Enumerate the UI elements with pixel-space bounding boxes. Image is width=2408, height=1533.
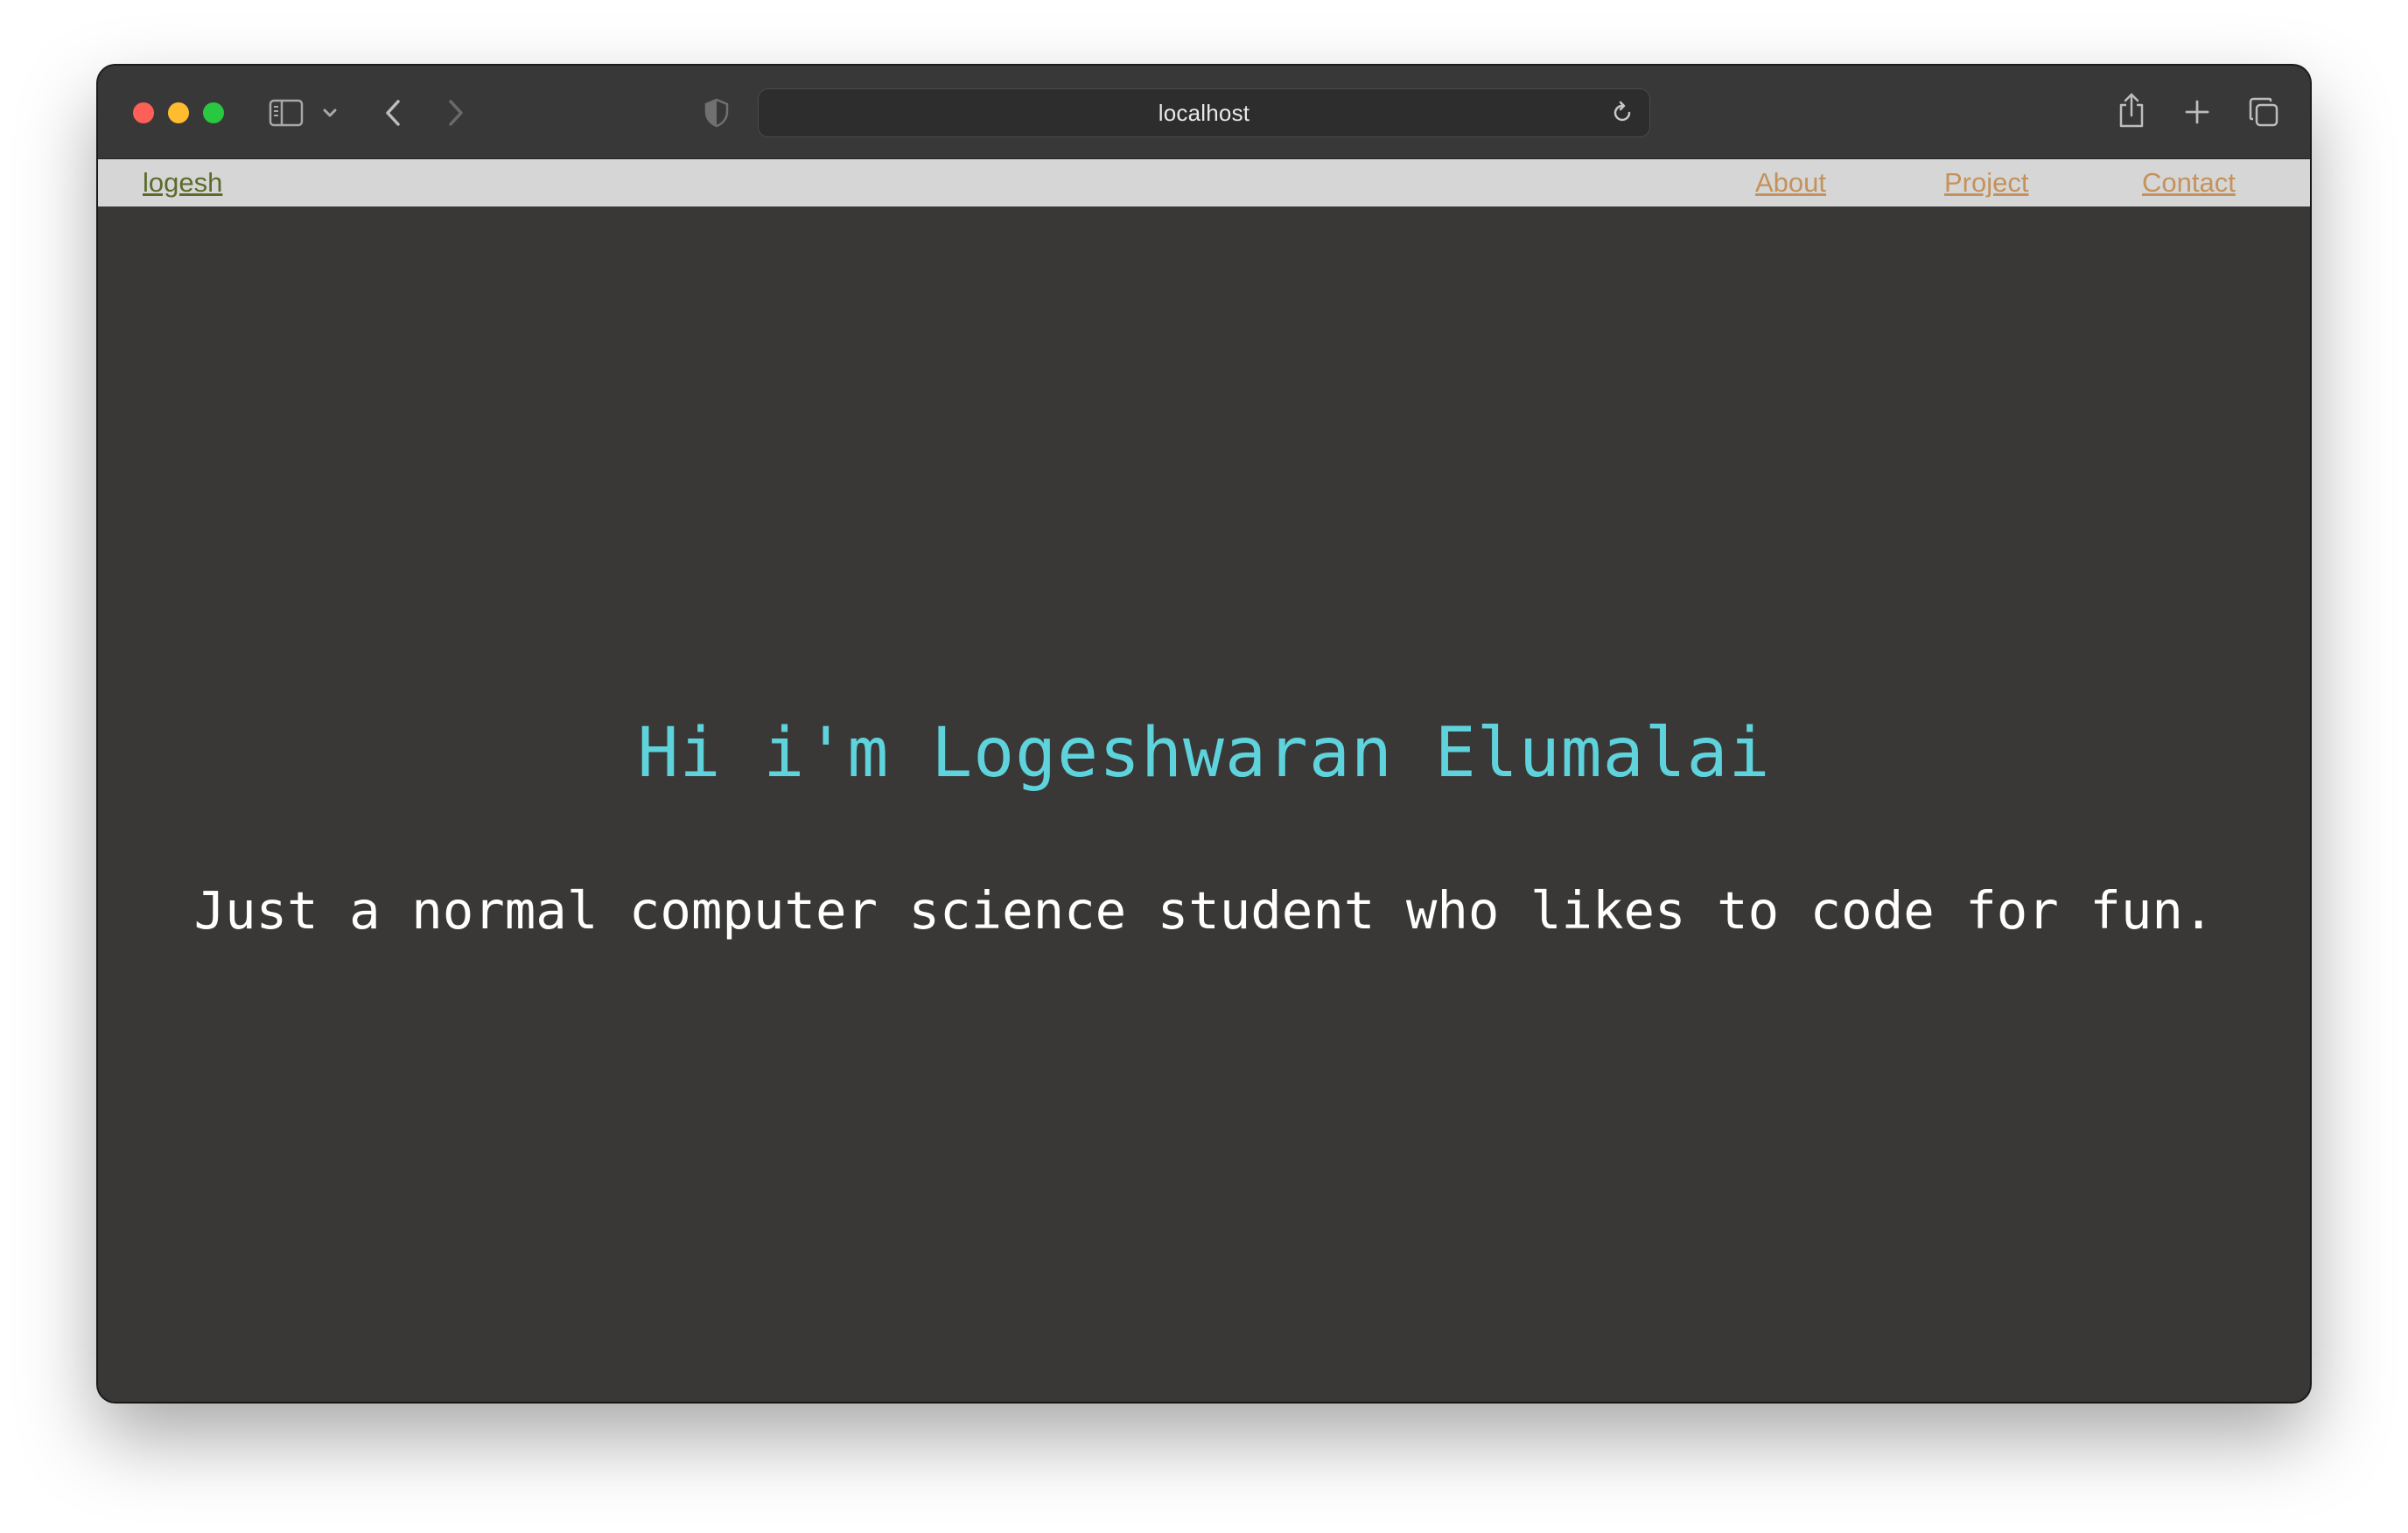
nav-link-project[interactable]: Project: [1944, 159, 2028, 206]
url-text: localhost: [1158, 99, 1250, 126]
zoom-window-button[interactable]: [203, 102, 224, 123]
share-icon[interactable]: [2116, 90, 2147, 130]
chevron-down-icon[interactable]: [320, 104, 340, 122]
page-content: Hi i'm Logeshwaran Elumalai Just a norma…: [98, 206, 2310, 1402]
forward-arrow-icon[interactable]: [441, 95, 471, 130]
plus-icon[interactable]: [2182, 97, 2212, 127]
hero-subtitle: Just a normal computer science student w…: [193, 880, 2215, 941]
brand-link[interactable]: logesh: [143, 159, 222, 206]
site-navbar: logesh About Project Contact: [98, 159, 2310, 206]
sidebar-icon[interactable]: [268, 97, 304, 129]
minimize-window-button[interactable]: [168, 102, 189, 123]
back-arrow-icon[interactable]: [378, 95, 408, 130]
hero-title: Hi i'm Logeshwaran Elumalai: [637, 714, 1771, 793]
close-window-button[interactable]: [133, 102, 154, 123]
tab-overview-icon[interactable]: [2247, 95, 2280, 129]
browser-window: localhost logesh About Project Contact H…: [98, 66, 2310, 1402]
reload-icon[interactable]: [1609, 100, 1635, 126]
shield-icon[interactable]: [702, 95, 732, 130]
browser-toolbar: localhost: [98, 66, 2310, 159]
nav-link-about[interactable]: About: [1755, 159, 1826, 206]
address-bar[interactable]: localhost: [758, 88, 1650, 137]
nav-link-contact[interactable]: Contact: [2142, 159, 2236, 206]
